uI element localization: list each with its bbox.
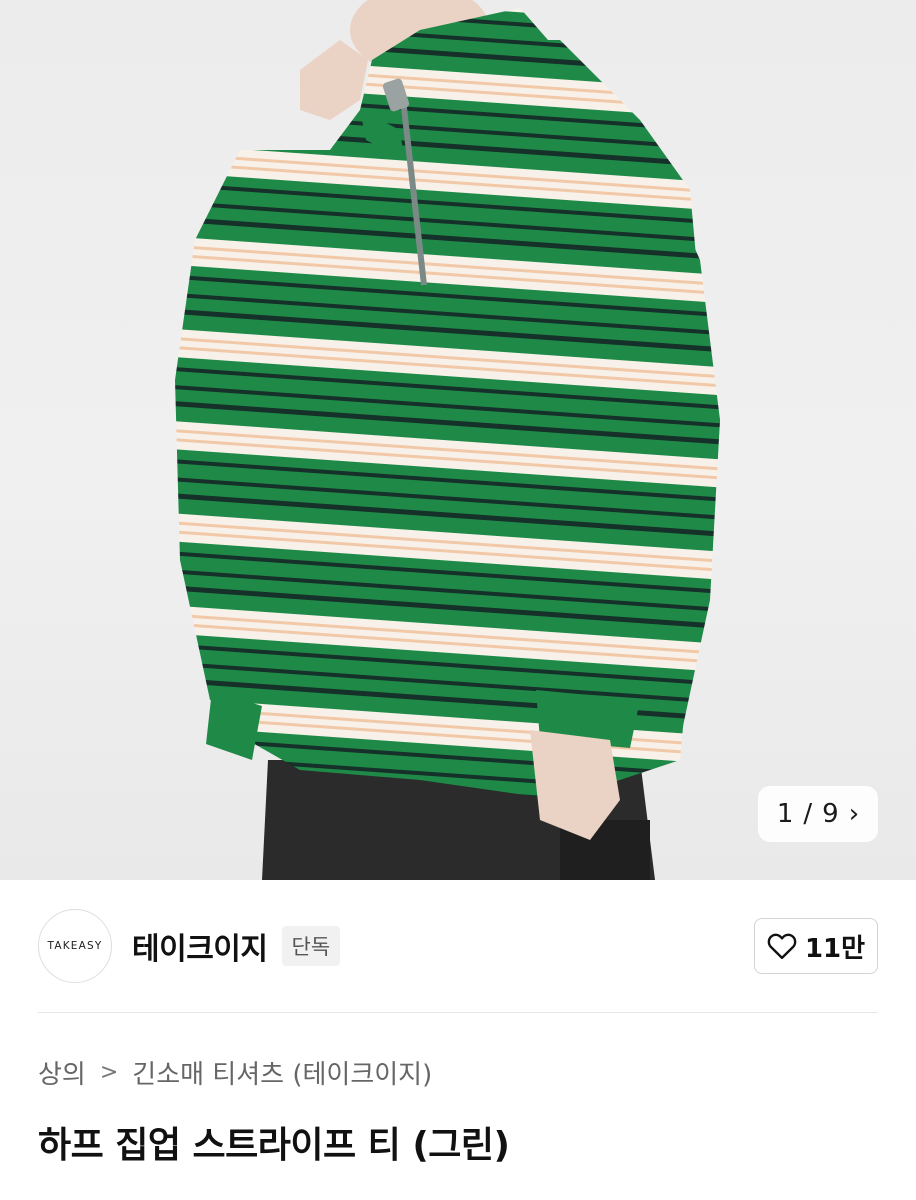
product-title: 하프 집업 스트라이프 티 (그린) <box>38 1125 510 1166</box>
counter-separator: / <box>803 799 813 829</box>
image-counter[interactable]: 1 / 9 › <box>758 786 878 842</box>
like-button[interactable]: 11만 <box>754 918 878 974</box>
hand-left <box>300 40 368 120</box>
brand-row: TAKEASY 테이크이지 단독 11만 <box>38 908 878 984</box>
breadcrumb-item-subcategory[interactable]: 긴소매 티셔츠 (테이크이지) <box>132 1054 432 1091</box>
divider <box>38 1012 878 1013</box>
exclusive-badge: 단독 <box>281 926 341 966</box>
chevron-right-icon[interactable]: › <box>849 801 859 827</box>
chevron-right-icon: > <box>99 1060 119 1085</box>
counter-total: 9 <box>822 799 839 829</box>
product-photo <box>175 0 720 880</box>
like-count: 11만 <box>804 933 866 964</box>
heart-outline-icon <box>767 933 797 960</box>
breadcrumb: 상의 > 긴소매 티셔츠 (테이크이지) <box>38 1054 432 1091</box>
counter-current: 1 <box>776 799 794 829</box>
brand-logo-text: TAKEASY <box>47 940 103 952</box>
product-image[interactable]: 1 / 9 › <box>0 0 916 880</box>
brand-logo[interactable]: TAKEASY <box>38 909 112 983</box>
breadcrumb-item-category[interactable]: 상의 <box>38 1054 86 1091</box>
brand-name[interactable]: 테이크이지 <box>132 924 268 968</box>
